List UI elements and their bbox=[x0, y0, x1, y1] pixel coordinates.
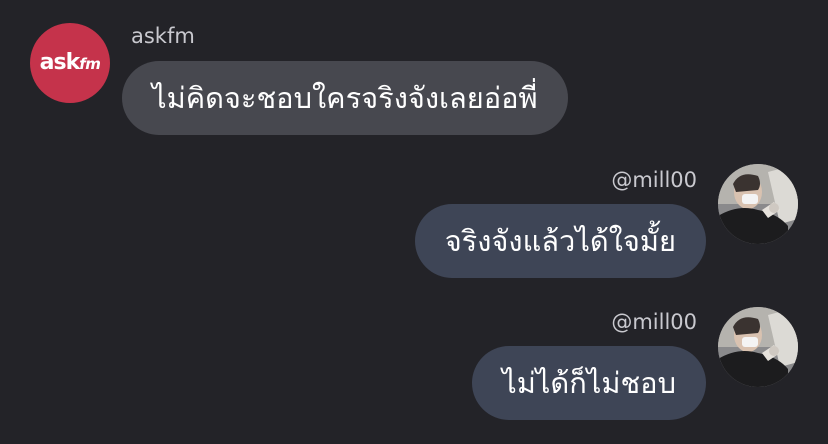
sender-name-askfm: askfm bbox=[131, 24, 195, 48]
message-text: จริงจังแล้วได้ใจมั้ย bbox=[444, 224, 676, 258]
message-bubble-question[interactable]: ไม่คิดจะชอบใครจริงจังเลยอ่อพี่ bbox=[122, 61, 568, 135]
askfm-logo-icon: askfm bbox=[40, 52, 101, 74]
message-bubble-reply[interactable]: จริงจังแล้วได้ใจมั้ย bbox=[414, 204, 706, 278]
user-avatar[interactable] bbox=[718, 307, 798, 387]
user-photo-avatar bbox=[718, 164, 798, 244]
askfm-logo-ask: ask bbox=[39, 50, 81, 75]
message-bubble-reply[interactable]: ไม่ได้ก็ไม่ชอบ bbox=[472, 346, 706, 420]
user-avatar[interactable] bbox=[718, 164, 798, 244]
user-photo-avatar bbox=[718, 307, 798, 387]
sender-name-user: @mill00 bbox=[611, 310, 697, 334]
message-text: ไม่คิดจะชอบใครจริงจังเลยอ่อพี่ bbox=[152, 81, 538, 115]
askfm-avatar[interactable]: askfm bbox=[30, 23, 110, 103]
askfm-logo-fm: fm bbox=[79, 55, 101, 73]
chat-thread: askfm askfm ไม่คิดจะชอบใครจริงจังเลยอ่อพ… bbox=[0, 0, 828, 444]
message-text: ไม่ได้ก็ไม่ชอบ bbox=[502, 366, 676, 400]
sender-name-user: @mill00 bbox=[611, 168, 697, 192]
